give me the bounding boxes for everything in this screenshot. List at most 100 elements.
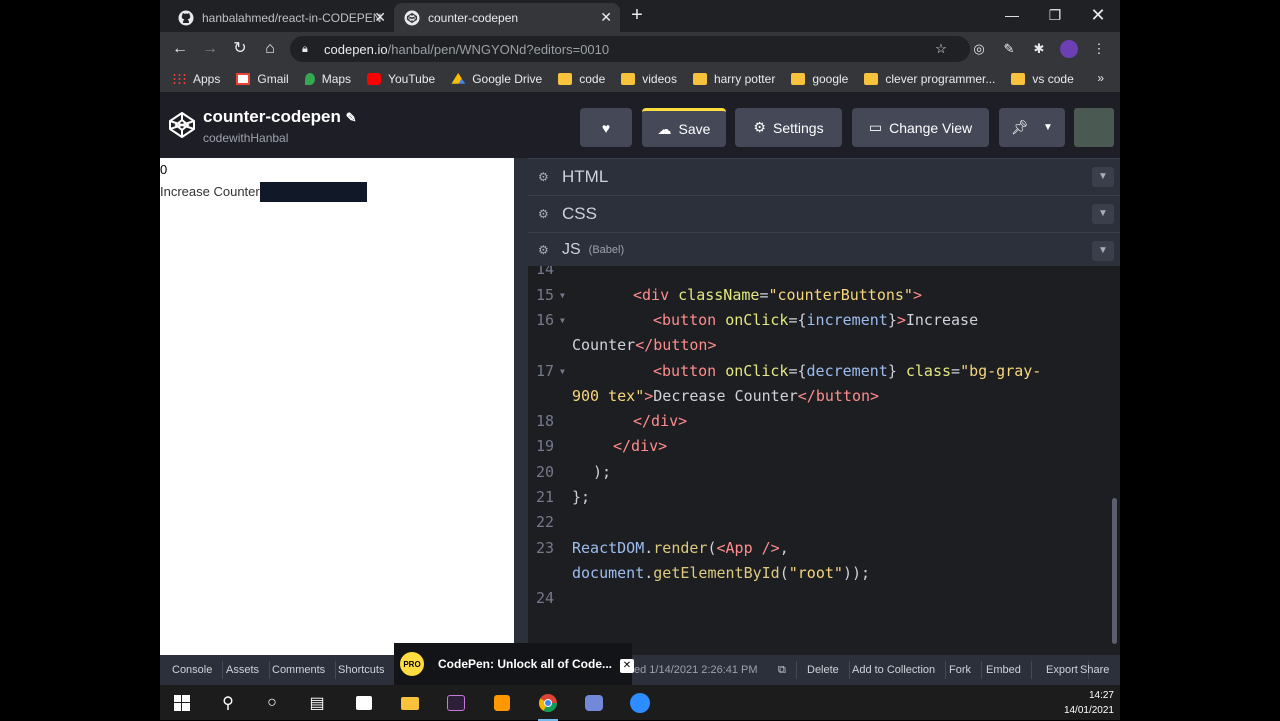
terminal-icon[interactable]: [444, 691, 468, 715]
address-bar[interactable]: 🔒︎ codepen.io /hanbal/pen/WNGYONd?editor…: [290, 36, 970, 62]
settings-button[interactable]: ⚙ Settings: [735, 108, 842, 147]
decrease-counter-button[interactable]: Decrease Counter: [259, 182, 368, 202]
gear-icon[interactable]: ⚙: [538, 207, 550, 221]
pane-resizer[interactable]: [514, 158, 528, 655]
file-explorer-icon[interactable]: [398, 691, 422, 715]
forward-icon[interactable]: →: [199, 38, 221, 60]
pro-notification[interactable]: PRO CodePen: Unlock all of Code... ✕: [394, 643, 634, 685]
close-tab-icon[interactable]: ✕: [374, 9, 386, 26]
discord-icon[interactable]: [582, 691, 606, 715]
counter-buttons: Increase Counter Decrease Counter: [160, 182, 368, 202]
bookmark-google-drive[interactable]: Google Drive: [451, 72, 542, 86]
embed-button[interactable]: Embed: [976, 661, 1032, 679]
cortana-icon[interactable]: ○: [260, 691, 284, 715]
codepen-logo-icon[interactable]: [168, 111, 196, 139]
bookmark-label: Maps: [321, 72, 352, 86]
profile-icon[interactable]: [1060, 40, 1078, 58]
store-icon[interactable]: [352, 691, 376, 715]
bookmark-label: YouTube: [388, 72, 436, 86]
line-number: 21: [535, 488, 554, 506]
extensions-puzzle-icon[interactable]: ✱: [1030, 40, 1048, 58]
back-icon[interactable]: ←: [169, 38, 191, 60]
add-to-collection-button[interactable]: Add to Collection: [842, 661, 947, 679]
console-button[interactable]: Console: [162, 661, 224, 679]
gear-icon[interactable]: ⚙: [538, 170, 550, 184]
bookmark-gmail[interactable]: Gmail: [236, 72, 289, 86]
love-button[interactable]: ♥: [580, 108, 632, 147]
bookmark-youtube[interactable]: YouTube: [367, 72, 435, 86]
editor-scrollbar[interactable]: [1112, 498, 1117, 644]
share-button[interactable]: Share: [1080, 661, 1109, 679]
code-line: );: [593, 463, 612, 481]
chevron-down-icon[interactable]: ▼: [1092, 241, 1114, 261]
increase-counter-button[interactable]: Increase Counter: [160, 182, 260, 202]
more-menu-icon[interactable]: ⋮: [1090, 40, 1108, 58]
close-window-icon[interactable]: ✕: [1076, 0, 1120, 30]
bookmark-code[interactable]: code: [558, 72, 605, 86]
reload-icon[interactable]: ↻: [229, 38, 251, 60]
new-tab-button[interactable]: +: [626, 5, 648, 27]
folder-icon: [621, 73, 636, 85]
shortcuts-button[interactable]: Shortcuts: [328, 661, 396, 679]
pen-extension-icon[interactable]: ✎: [1000, 40, 1018, 58]
code-line: <div className="counterButtons">: [633, 286, 922, 304]
restore-icon[interactable]: ❐: [1033, 0, 1077, 30]
save-button[interactable]: ☁ Save: [642, 108, 726, 147]
clock-date: 14/01/2021: [1063, 705, 1114, 716]
minimize-icon[interactable]: —: [990, 0, 1034, 30]
avatar[interactable]: [1074, 108, 1114, 147]
bookmark-vs-code[interactable]: vs code: [1011, 72, 1074, 86]
bookmark-google[interactable]: google: [791, 72, 848, 86]
drive-icon: [451, 73, 466, 84]
extension-icon[interactable]: ◎: [970, 40, 988, 58]
chevron-down-icon[interactable]: ▼: [1092, 204, 1114, 224]
gear-icon[interactable]: ⚙: [538, 243, 550, 257]
tab-github[interactable]: hanbalahmed/react-in-CODEPEN ✕: [168, 3, 394, 32]
fold-arrow-icon[interactable]: ▼: [560, 367, 565, 376]
bookmark-label: Gmail: [257, 72, 289, 86]
comments-button[interactable]: Comments: [262, 661, 337, 679]
chrome-window: hanbalahmed/react-in-CODEPEN ✕ counter-c…: [160, 0, 1120, 685]
chevron-down-icon[interactable]: ▼: [1092, 167, 1114, 187]
pin-button[interactable]: 📌︎ ▼: [999, 108, 1065, 147]
bookmark-star-icon[interactable]: ☆: [932, 40, 950, 58]
external-link-icon[interactable]: ⧉: [778, 661, 786, 679]
more-bookmarks-icon[interactable]: »: [1097, 71, 1104, 85]
close-tab-icon[interactable]: ✕: [600, 9, 612, 26]
pane-title: JS: [562, 240, 581, 258]
edit-pencil-icon[interactable]: ✎: [346, 110, 357, 125]
system-clock[interactable]: 14:27 14/01/2021: [1064, 688, 1114, 718]
tab-codepen[interactable]: counter-codepen ✕: [394, 3, 620, 32]
url-host: codepen.io: [324, 41, 388, 57]
sublime-icon[interactable]: [490, 691, 514, 715]
bookmark-videos[interactable]: videos: [621, 72, 677, 86]
js-code-editor[interactable]: 14 15 ▼ <div className="counterButtons">…: [528, 266, 1120, 655]
cloud-icon: ☁: [657, 120, 672, 137]
change-view-button[interactable]: ▭ Change View: [852, 108, 989, 147]
close-icon[interactable]: ✕: [620, 659, 634, 673]
pen-title[interactable]: counter-codepen ✎: [203, 107, 357, 127]
task-view-icon[interactable]: ▤: [305, 691, 329, 715]
line-number: 18: [535, 412, 554, 430]
css-pane-header[interactable]: ⚙ CSS ▼: [528, 195, 1120, 232]
search-icon[interactable]: ⚲: [216, 691, 240, 715]
html-pane-header[interactable]: ⚙ HTML ▼: [528, 158, 1120, 195]
bookmark-label: videos: [642, 72, 677, 86]
bookmark-maps[interactable]: Maps: [304, 72, 352, 86]
bookmark-harry-potter[interactable]: harry potter: [692, 72, 775, 86]
chrome-icon[interactable]: [536, 691, 560, 721]
codepen-footer: Console Assets Comments Shortcuts PRO Co…: [160, 643, 1120, 685]
zoom-icon[interactable]: [628, 691, 652, 715]
apps-grid-icon: [172, 73, 186, 85]
line-number: 23: [535, 539, 554, 557]
pen-username[interactable]: codewithHanbal: [203, 131, 288, 145]
code-line: </div>: [633, 412, 688, 430]
bookmark-clever-programmer[interactable]: clever programmer...: [864, 72, 995, 86]
pen-title-text: counter-codepen: [203, 107, 341, 126]
js-pane-header[interactable]: ⚙ JS (Babel) ▼: [528, 232, 1120, 266]
home-icon[interactable]: ⌂: [259, 38, 281, 60]
windows-start-icon[interactable]: [170, 691, 194, 715]
fold-arrow-icon[interactable]: ▼: [560, 316, 565, 325]
bookmark-apps[interactable]: Apps: [172, 72, 220, 86]
fold-arrow-icon[interactable]: ▼: [560, 291, 565, 300]
